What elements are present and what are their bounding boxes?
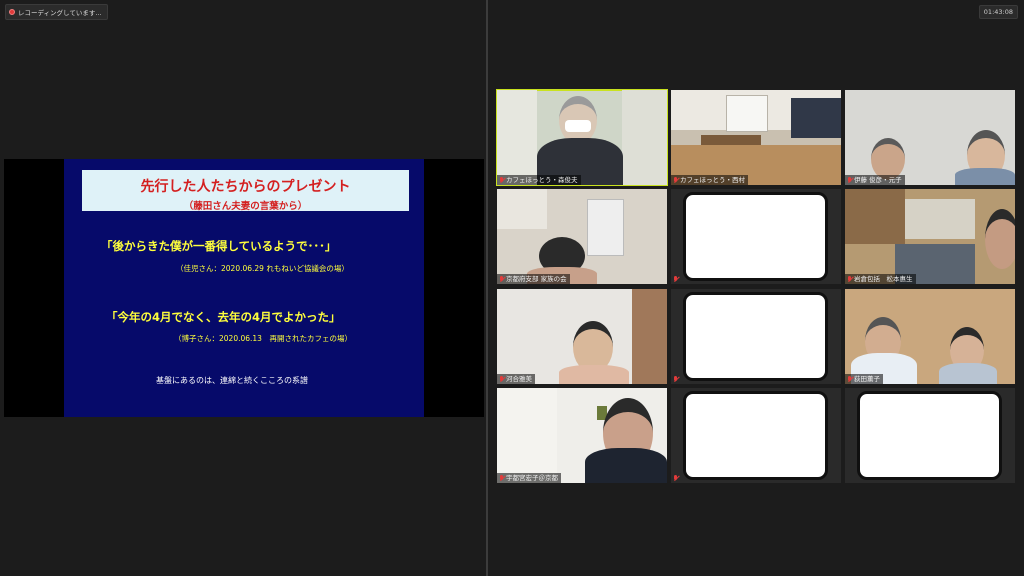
camera-off-placeholder [683, 292, 828, 381]
mic-muted-icon [673, 474, 678, 482]
presentation-slide: 先行した人たちからのプレゼント （藤田さん夫妻の言葉から） 「後からきた僕が一番… [64, 159, 424, 417]
participant-name-bar: 伊藤 俊彦・元子 [845, 175, 905, 185]
mic-muted-icon [499, 474, 504, 482]
slide-subtitle: （藤田さん夫妻の言葉から） [183, 201, 308, 212]
participant-name-bar [845, 473, 850, 483]
participant-name: 河合雅美 [506, 375, 532, 383]
mic-muted-icon [673, 375, 678, 383]
participant-name: 荻田薫子 [854, 375, 880, 383]
slide-title-box: 先行した人たちからのプレゼント （藤田さん夫妻の言葉から） [82, 170, 409, 212]
camera-off-placeholder [683, 391, 828, 480]
participant-name: カフェほっとう・西村 [680, 176, 745, 184]
slide-quote-1: 「後からきた僕が一番得しているようで･･･」 [101, 239, 337, 253]
recording-label: レコーディングしています... [18, 9, 102, 17]
participant-name-bar [671, 473, 683, 483]
mic-muted-icon [847, 375, 852, 383]
camera-off-placeholder [857, 391, 1002, 480]
meeting-timer: 01:43:08 [978, 5, 1018, 19]
slide-quote-2: 「今年の4月でなく、去年の4月でよかった」 [106, 310, 341, 324]
mic-muted-icon [847, 275, 852, 283]
participant-name: 岩倉包括 松本惠生 [854, 275, 913, 283]
mic-muted-icon [847, 176, 852, 184]
participant-tile[interactable]: 京都府支部 家族の会 [497, 189, 667, 284]
participant-name-bar: 京都府支部 家族の会 [497, 274, 570, 284]
participant-name: 伊藤 俊彦・元子 [854, 176, 902, 184]
participant-tile[interactable]: 伊藤 俊彦・元子 [845, 90, 1015, 185]
participant-name-bar: 岩倉包括 松本惠生 [845, 274, 916, 284]
participant-tile[interactable] [671, 189, 841, 284]
slide-title: 先行した人たちからのプレゼント [140, 179, 351, 195]
participant-name: カフェほっとう・森俊夫 [506, 176, 578, 184]
participant-name-bar: カフェほっとう・西村 [671, 175, 748, 185]
mic-muted-icon [499, 275, 504, 283]
participant-tile[interactable] [845, 388, 1015, 483]
mic-muted-icon [673, 176, 678, 184]
participant-tile[interactable]: 岩倉包括 松本惠生 [845, 189, 1015, 284]
camera-off-placeholder [683, 192, 828, 281]
participant-tile[interactable]: 宇都宮宏子＠京都 [497, 388, 667, 483]
participant-tile[interactable]: カフェほっとう・西村 [671, 90, 841, 185]
participant-name: 京都府支部 家族の会 [506, 275, 567, 283]
recording-indicator[interactable]: レコーディングしています... [5, 4, 108, 20]
mic-muted-icon [673, 275, 678, 283]
participant-name-bar [671, 274, 683, 284]
participant-tile[interactable]: 河合雅美 [497, 289, 667, 384]
participant-name-bar [671, 374, 683, 384]
participant-name: 宇都宮宏子＠京都 [506, 474, 558, 482]
participant-tile[interactable] [671, 388, 841, 483]
shared-screen[interactable]: 先行した人たちからのプレゼント （藤田さん夫妻の言葉から） 「後からきた僕が一番… [4, 159, 484, 417]
mic-muted-icon [499, 176, 504, 184]
participant-name-bar: 荻田薫子 [845, 374, 883, 384]
record-icon [9, 9, 15, 15]
slide-source-2: （博子さん：2020.06.13 再開されたカフェの場） [174, 334, 352, 343]
slide-footer: 基盤にあるのは、連綿と続くこころの系譜 [156, 376, 308, 385]
slide-source-1: （佳児さん：2020.06.29 れもねいど協議会の場） [176, 264, 349, 273]
mask-shape [565, 120, 591, 132]
participant-tile[interactable] [671, 289, 841, 384]
participant-name-bar: カフェほっとう・森俊夫 [497, 175, 581, 185]
participant-name-bar: 宇都宮宏子＠京都 [497, 473, 561, 483]
participant-name-bar: 河合雅美 [497, 374, 535, 384]
participant-tile[interactable]: カフェほっとう・森俊夫 [496, 89, 668, 186]
mic-muted-icon [499, 375, 504, 383]
split-divider[interactable] [486, 0, 488, 576]
participant-tile[interactable]: 荻田薫子 [845, 289, 1015, 384]
